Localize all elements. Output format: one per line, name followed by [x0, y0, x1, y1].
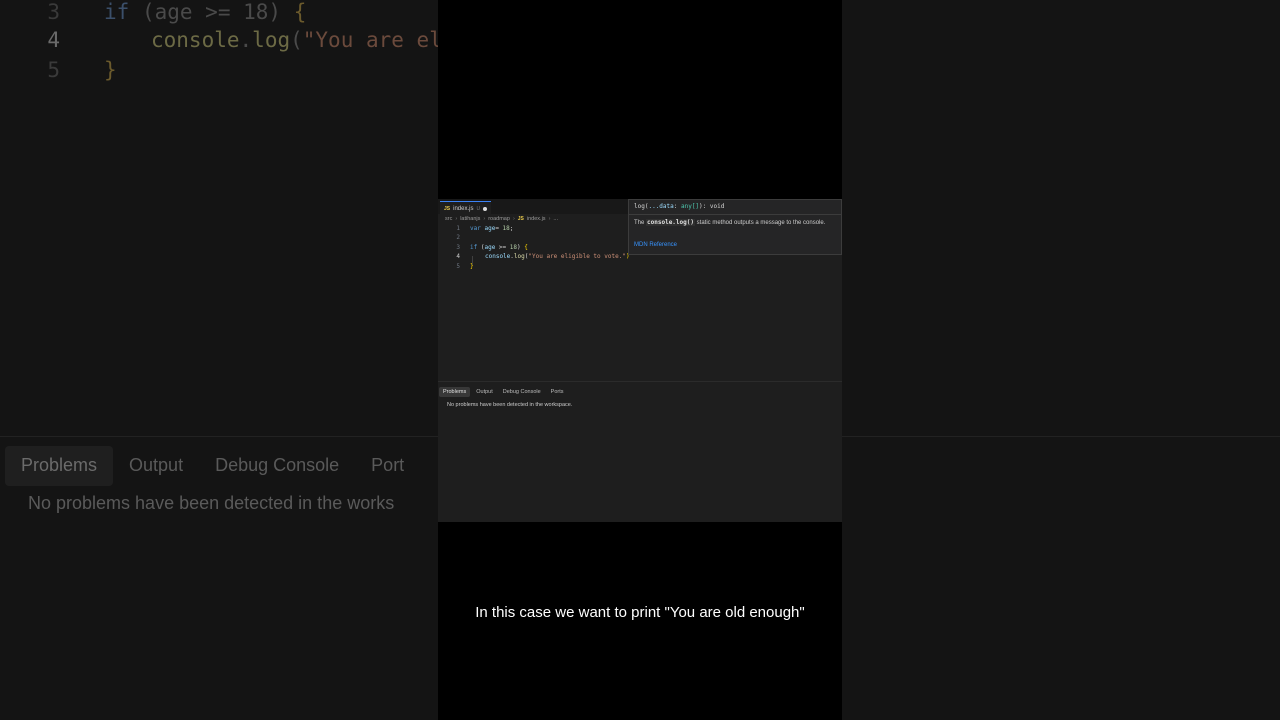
code-line[interactable]: if (age >= 18) {	[470, 244, 528, 251]
breadcrumb-item[interactable]: ...	[553, 216, 558, 222]
desc-code: console.log()	[646, 219, 695, 226]
bg-code-line: }	[104, 58, 117, 82]
bg-tab-debug-console: Debug Console	[215, 455, 340, 475]
bg-token: {	[293, 0, 307, 24]
tab-output[interactable]: Output	[472, 387, 497, 397]
code-token: age	[484, 225, 496, 232]
bg-token: log	[252, 28, 291, 52]
bg-token: >=	[192, 0, 244, 24]
bg-token: .	[239, 28, 253, 52]
bg-token: "You are eli	[302, 28, 455, 52]
code-token: ;	[509, 225, 514, 232]
video-caption: In this case we want to print "You are o…	[475, 604, 805, 621]
bg-token: )	[268, 0, 294, 24]
chevron-right-icon: ›	[483, 216, 486, 222]
sig-type: any[]	[680, 203, 700, 210]
bg-line-number: 5	[47, 58, 60, 82]
desc-post: static method outputs a message to the c…	[696, 220, 826, 226]
code-token: console	[485, 253, 511, 260]
bottom-panel: Problems Output Debug Console Ports No p…	[438, 382, 842, 522]
breadcrumb-item[interactable]: index.js	[527, 216, 546, 222]
chevron-right-icon: ›	[548, 216, 551, 222]
bg-tab-problems: Problems	[5, 446, 114, 486]
bg-code-line: console.log("You are eli	[151, 28, 454, 52]
hover-signature: log(...data: any[]): void	[634, 203, 724, 210]
code-line[interactable]: console.log("You are eligible to vote.")	[485, 253, 630, 260]
hover-description: The console.log() static method outputs …	[634, 218, 834, 228]
code-token: log	[513, 253, 525, 260]
line-number: 5	[456, 263, 460, 270]
chevron-right-icon: ›	[455, 216, 458, 222]
js-file-icon: JS	[517, 216, 524, 222]
line-number: 3	[456, 244, 460, 251]
breadcrumb: src › latihanjs › roadmap › JS index.js …	[445, 216, 558, 222]
bg-panel-tabs: Problems Output Debug Console Port	[0, 446, 420, 486]
code-token: "You are eligible to vote."	[528, 253, 626, 260]
sig-fn: log(	[634, 203, 649, 210]
code-token: {	[524, 244, 528, 251]
bg-tab-ports: Port	[371, 455, 405, 475]
bg-line-number: 4	[47, 28, 60, 52]
line-number: 1	[456, 225, 460, 232]
tab-problems[interactable]: Problems	[439, 387, 471, 397]
sig-colon: :	[673, 203, 681, 210]
mdn-reference-link[interactable]: MDN Reference	[634, 242, 677, 248]
bg-token: if	[104, 0, 130, 24]
bg-tab-output: Output	[129, 455, 184, 475]
code-token: 18	[502, 225, 510, 232]
bg-token: (	[290, 28, 303, 52]
breadcrumb-item[interactable]: src	[445, 216, 452, 222]
hover-tooltip: log(...data: any[]): void The console.lo…	[628, 199, 842, 255]
bg-line-number: 3	[47, 0, 60, 24]
problems-message: No problems have been detected in the wo…	[447, 402, 573, 408]
code-token: var	[470, 225, 481, 232]
panel-tabs: Problems Output Debug Console Ports	[439, 387, 570, 397]
breadcrumb-item[interactable]: latihanjs	[460, 216, 480, 222]
code-token: age	[484, 244, 496, 251]
bg-problems-message: No problems have been detected in the wo…	[28, 493, 395, 513]
bg-token: (	[129, 0, 155, 24]
tab-ports[interactable]: Ports	[547, 387, 568, 397]
bg-token: age	[154, 0, 193, 24]
desc-pre: The	[634, 220, 645, 226]
chevron-right-icon: ›	[512, 216, 515, 222]
tab-label: index.js	[453, 205, 474, 212]
bg-code-line: if (age >= 18) {	[104, 0, 306, 24]
sig-param: ...data	[648, 203, 674, 210]
code-token: =	[495, 225, 503, 232]
tab-status: U	[476, 205, 481, 212]
code-line[interactable]: var age= 18;	[470, 225, 513, 232]
hover-divider	[629, 214, 841, 215]
unsaved-dot-icon[interactable]	[483, 206, 488, 211]
code-token: >=	[495, 244, 510, 251]
indent-guide	[472, 256, 473, 265]
line-number: 2	[456, 234, 460, 241]
tab-debug-console[interactable]: Debug Console	[499, 387, 545, 397]
sig-rest: ): void	[699, 203, 725, 210]
breadcrumb-item[interactable]: roadmap	[488, 216, 510, 222]
code-token: 18	[509, 244, 517, 251]
bg-token: console	[151, 28, 240, 52]
js-file-icon: JS	[444, 205, 451, 212]
bg-token: 18	[243, 0, 269, 24]
line-number: 4	[456, 253, 460, 260]
tab-index-js[interactable]: JS index.js U	[440, 201, 492, 215]
